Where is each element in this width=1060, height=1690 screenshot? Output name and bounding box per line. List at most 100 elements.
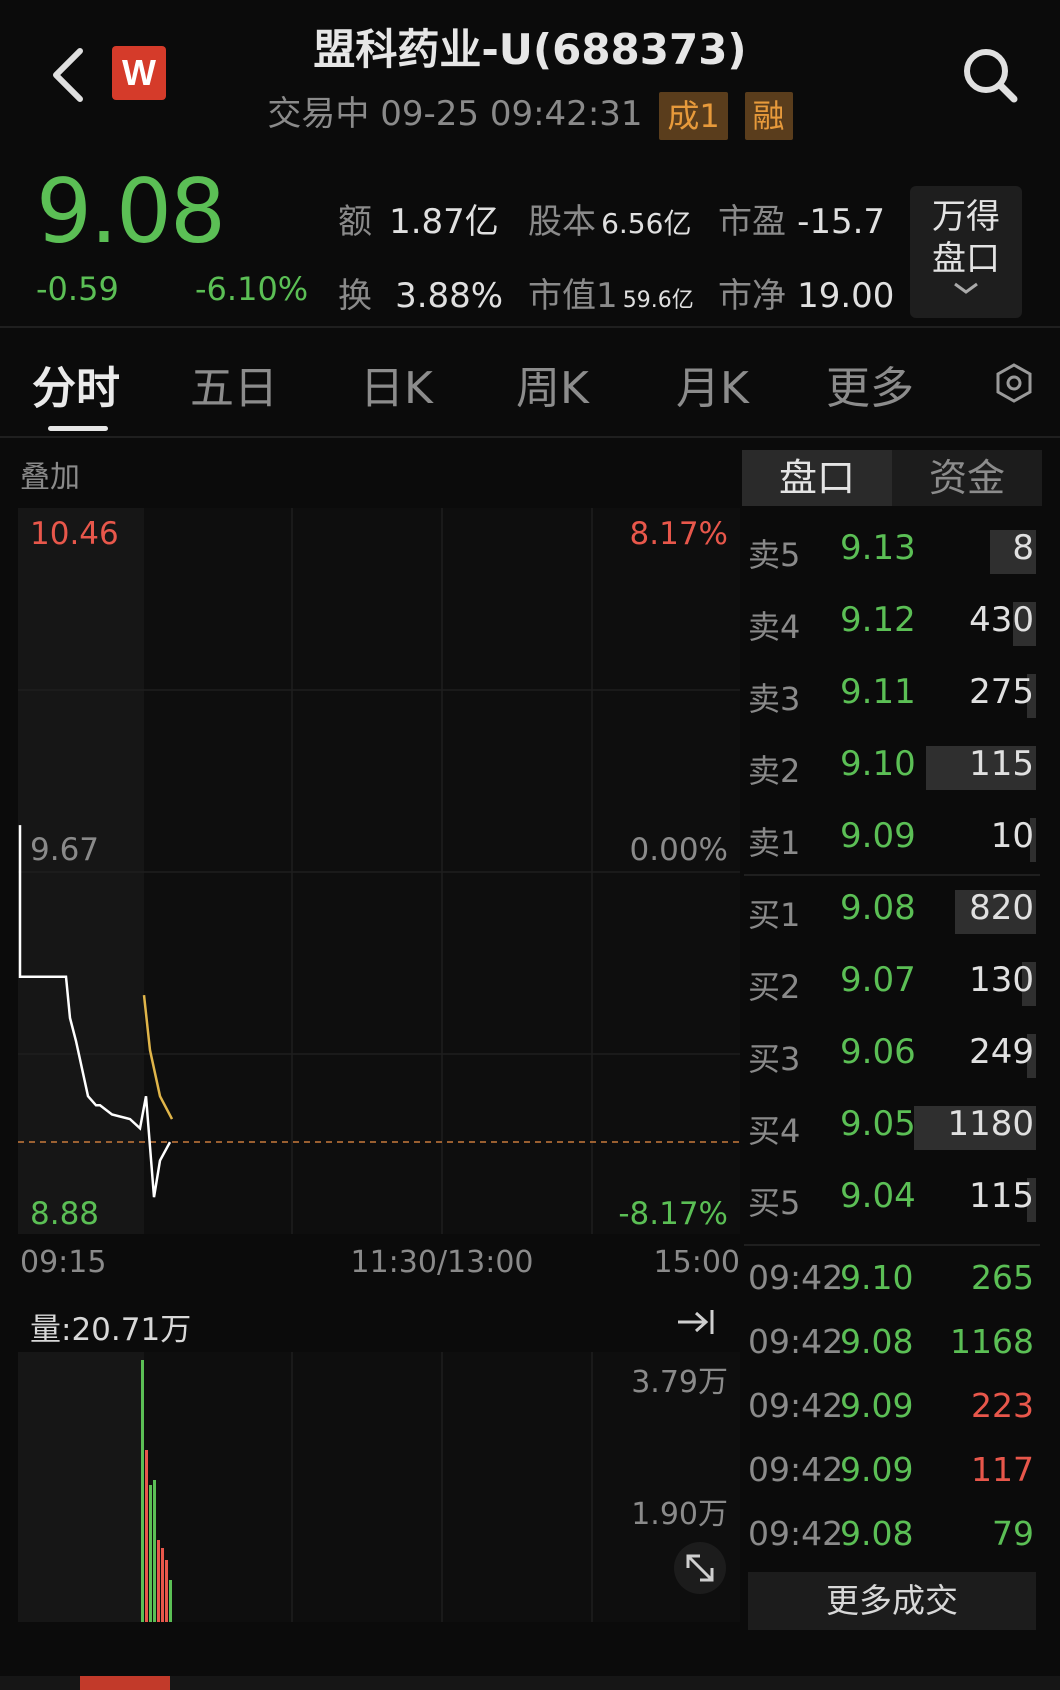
stat-amount: 额 1.87亿 [338, 202, 499, 242]
x-axis-close: 15:00 [654, 1245, 740, 1280]
status-time: 交易中 09-25 09:42:31 [267, 94, 643, 134]
jump-to-latest-icon[interactable] [678, 1310, 714, 1334]
divider [0, 326, 1060, 328]
price-change-pct: -6.10% [195, 270, 309, 308]
tab-monthly-k[interactable]: 月K [676, 352, 749, 416]
level-volume: 115 [969, 744, 1034, 784]
stat-pb: 市净 19.00 [718, 276, 895, 316]
level-volume: 430 [969, 600, 1034, 640]
divider [0, 436, 1060, 438]
ask-row[interactable]: 卖2 9.10 115 [748, 736, 1038, 796]
ask-row[interactable]: 卖1 9.09 10 [748, 808, 1038, 868]
x-axis-open: 09:15 [20, 1245, 106, 1280]
trade-volume: 117 [971, 1450, 1034, 1489]
back-arrow-icon[interactable] [48, 45, 88, 105]
wind-orderbook-button[interactable]: 万得 盘口 [910, 186, 1022, 318]
volume-bar [161, 1548, 164, 1622]
level-price: 9.04 [840, 1176, 916, 1216]
trade-time: 09:42 [748, 1258, 844, 1297]
ask-row[interactable]: 卖3 9.11 275 [748, 664, 1038, 724]
ask-row[interactable]: 卖4 9.12 430 [748, 592, 1038, 652]
stat-shares: 股本 6.56亿 [528, 202, 692, 242]
volume-bar [153, 1480, 156, 1622]
trading-status: 交易中 09-25 09:42:31 成1 融 [200, 86, 860, 140]
bid-row[interactable]: 买3 9.06 249 [748, 1024, 1038, 1084]
trade-price: 9.08 [840, 1514, 914, 1553]
trade-price: 9.10 [840, 1258, 914, 1297]
tab-capital[interactable]: 资金 [892, 450, 1042, 506]
stock-title: 盟科药业-U(688373) [313, 25, 747, 74]
level-label: 卖4 [748, 608, 801, 646]
more-trades-button[interactable]: 更多成交 [748, 1572, 1036, 1630]
level-volume: 10 [990, 816, 1034, 856]
trade-volume: 79 [992, 1514, 1034, 1553]
tab-weekly-k[interactable]: 周K [516, 352, 589, 416]
y-axis-right-mid: 0.00% [630, 832, 728, 868]
y-axis-right-low: -8.17% [618, 1196, 728, 1232]
bid-row[interactable]: 买1 9.08 820 [748, 880, 1038, 940]
level-volume: 820 [969, 888, 1034, 928]
trade-row: 09:42 9.08 79 [748, 1508, 1038, 1568]
tab-more[interactable]: 更多 [826, 352, 914, 416]
level-price: 9.12 [840, 600, 916, 640]
volume-pre-shade [18, 1352, 144, 1622]
y-axis-low: 8.88 [30, 1196, 99, 1232]
level-label: 卖2 [748, 752, 801, 790]
trade-volume: 223 [971, 1386, 1034, 1425]
bid-row[interactable]: 买2 9.07 130 [748, 952, 1038, 1012]
last-price: 9.08 [36, 160, 226, 263]
x-axis-midday: 11:30/13:00 [350, 1245, 533, 1280]
wind-logo-icon[interactable]: W [112, 46, 166, 100]
volume-label: 量:20.71万 [30, 1312, 192, 1348]
level-label: 买1 [748, 896, 801, 934]
trade-price: 9.08 [840, 1322, 914, 1361]
volume-bar [165, 1560, 168, 1622]
tab-intraday[interactable]: 分时 [32, 352, 120, 416]
level-price: 9.07 [840, 960, 916, 1000]
orderbook-tabs: 盘口 资金 [742, 450, 1042, 506]
volume-bar [141, 1360, 144, 1622]
trade-row: 09:42 9.09 223 [748, 1380, 1038, 1440]
settings-hex-icon[interactable] [994, 362, 1034, 404]
trade-time: 09:42 [748, 1386, 844, 1425]
trade-row: 09:42 9.10 265 [748, 1252, 1038, 1312]
trade-time: 09:42 [748, 1450, 844, 1489]
expand-icon[interactable] [674, 1542, 726, 1594]
overlay-button[interactable]: 叠加 [20, 452, 80, 496]
level-price: 9.05 [840, 1104, 916, 1144]
trade-volume: 1168 [950, 1322, 1034, 1361]
bid-row[interactable]: 买5 9.04 115 [748, 1168, 1038, 1228]
badge-lot: 成1 [659, 91, 728, 140]
level-price: 9.06 [840, 1032, 916, 1072]
level-volume: 8 [1012, 528, 1034, 568]
ask-row[interactable]: 卖5 9.13 8 [748, 520, 1038, 580]
intraday-chart[interactable]: 10.46 9.67 8.88 8.17% 0.00% -8.17% 09:15… [0, 500, 742, 1630]
ask-bid-divider [744, 874, 1040, 876]
level-label: 卖3 [748, 680, 801, 718]
level-volume: 275 [969, 672, 1034, 712]
tab-five-day[interactable]: 五日 [190, 352, 278, 416]
volume-bar [149, 1485, 152, 1622]
search-icon[interactable] [960, 45, 1020, 105]
level-label: 买3 [748, 1040, 801, 1078]
level-label: 买5 [748, 1184, 801, 1222]
book-trades-divider [744, 1244, 1040, 1246]
level-label: 卖1 [748, 824, 801, 862]
stat-market-cap: 市值1 59.6亿 [528, 276, 694, 316]
y-axis-right-high: 8.17% [630, 516, 728, 552]
wind-btn-line1: 万得 [932, 197, 1000, 237]
volume-tick-high: 3.79万 [631, 1365, 728, 1400]
trade-volume: 265 [971, 1258, 1034, 1297]
volume-bar [145, 1450, 148, 1622]
bottom-accent [80, 1676, 170, 1690]
level-volume: 249 [969, 1032, 1034, 1072]
level-label: 买2 [748, 968, 801, 1006]
y-axis-mid: 9.67 [30, 832, 99, 868]
trade-row: 09:42 9.09 117 [748, 1444, 1038, 1504]
stat-pe: 市盈 -15.7 [718, 202, 886, 242]
tab-daily-k[interactable]: 日K [360, 352, 433, 416]
bid-row[interactable]: 买4 9.05 1180 [748, 1096, 1038, 1156]
trade-row: 09:42 9.08 1168 [748, 1316, 1038, 1376]
tab-orderbook[interactable]: 盘口 [742, 450, 892, 506]
volume-tick-mid: 1.90万 [631, 1497, 728, 1532]
